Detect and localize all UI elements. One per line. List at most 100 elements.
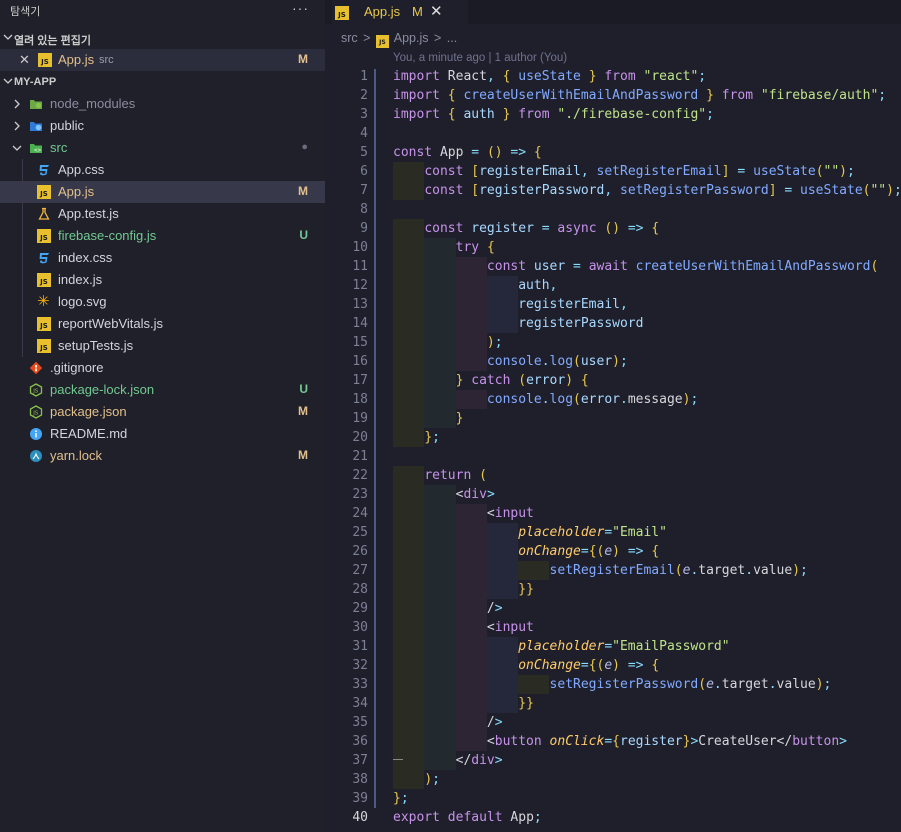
code-line[interactable]: placeholder="Email" <box>393 523 667 542</box>
explorer-header: 탐색기 ··· <box>0 0 325 22</box>
line-number: 13 <box>352 297 368 312</box>
code-line[interactable]: <input <box>393 504 534 523</box>
code-line[interactable]: const user = await createUserWithEmailAn… <box>393 257 878 276</box>
src-folder-icon: <> <box>30 144 42 154</box>
js-file-icon: JS <box>38 53 52 67</box>
code-line[interactable]: ); <box>393 333 503 352</box>
tab-modified-indicator: M <box>412 4 423 19</box>
open-editor-item-app-js[interactable]: ✕ JS App.js src M <box>0 49 325 71</box>
tree-item-gitignore[interactable]: .gitignore <box>0 357 325 379</box>
tree-item-label: App.css <box>58 162 105 177</box>
yarn-icon <box>30 450 42 462</box>
code-line[interactable]: registerEmail, <box>393 295 628 314</box>
code-line[interactable]: }} <box>393 694 534 713</box>
breadcrumb-file[interactable]: App.js <box>394 31 429 45</box>
tree-item-app-css[interactable]: App.css <box>0 159 325 181</box>
breadcrumb-folder[interactable]: src <box>341 31 358 45</box>
code-line[interactable]: setRegisterPassword(e.target.value); <box>393 675 832 694</box>
code-line[interactable]: console.log(user); <box>393 352 628 371</box>
close-icon[interactable]: ✕ <box>19 52 33 67</box>
git-status-badge: M <box>298 52 308 66</box>
breadcrumb-separator: > <box>363 31 371 45</box>
open-editors-label: 열려 있는 편집기 <box>14 35 91 47</box>
line-number: 20 <box>352 430 368 445</box>
project-label: MY-APP <box>14 76 57 88</box>
chevron-down-icon <box>3 34 13 40</box>
code-line[interactable]: try { <box>393 238 495 257</box>
close-tab-icon[interactable]: ✕ <box>430 2 443 20</box>
code-line[interactable]: /> <box>393 599 503 618</box>
code-line[interactable]: } catch (error) { <box>393 371 589 390</box>
code-line[interactable]: auth, <box>393 276 557 295</box>
code-line[interactable]: export default App; <box>393 808 542 827</box>
code-line[interactable]: console.log(error.message); <box>393 390 698 409</box>
tab-app-js[interactable]: JS App.js M ✕ <box>332 0 468 25</box>
code-line[interactable]: import React, { useState } from "react"; <box>393 67 706 86</box>
tree-item-label: yarn.lock <box>50 448 103 463</box>
code-line[interactable]: const [registerPassword, setRegisterPass… <box>393 181 901 200</box>
code-line[interactable]: const [registerEmail, setRegisterEmail] … <box>393 162 855 181</box>
code-line[interactable]: registerPassword <box>393 314 643 333</box>
code-line[interactable]: <div> <box>393 485 495 504</box>
tree-item-app-js[interactable]: JS App.js M <box>0 181 325 203</box>
code-line[interactable]: const App = () => { <box>393 143 542 162</box>
code-line[interactable]: return ( <box>393 466 487 485</box>
code-line[interactable]: }; <box>393 789 409 808</box>
tree-item-index-js[interactable]: JS index.js <box>0 269 325 291</box>
code-line[interactable]: setRegisterEmail(e.target.value); <box>393 561 808 580</box>
line-number: 39 <box>352 791 368 806</box>
tree-item-src[interactable]: <> src ● <box>0 137 325 159</box>
test-flask-icon <box>38 207 50 220</box>
tree-item-setup-tests-js[interactable]: JS setupTests.js <box>0 335 325 357</box>
line-number: 1 <box>360 69 368 84</box>
tree-item-index-css[interactable]: index.css <box>0 247 325 269</box>
tree-item-report-web-vitals-js[interactable]: JS reportWebVitals.js <box>0 313 325 335</box>
tree-item-yarn-lock[interactable]: yarn.lock M <box>0 445 325 467</box>
line-number: 9 <box>360 221 368 236</box>
line-number: 22 <box>352 468 368 483</box>
line-number: 17 <box>352 373 368 388</box>
line-number: 18 <box>352 392 368 407</box>
code-editor: JS App.js M ✕ src > JS App.js > ... You,… <box>325 0 901 832</box>
code-line[interactable]: }} <box>393 580 534 599</box>
line-number: 33 <box>352 677 368 692</box>
code-line[interactable]: }; <box>393 428 440 447</box>
code-line[interactable]: placeholder="EmailPassword" <box>393 637 729 656</box>
more-actions-icon[interactable]: ··· <box>292 0 309 16</box>
js-file-icon: JS <box>335 6 349 20</box>
code-line[interactable]: onChange={(e) => { <box>393 542 659 561</box>
tree-item-label: App.js <box>58 184 95 199</box>
git-status-badge: M <box>298 184 308 198</box>
tree-item-firebase-config-js[interactable]: JS firebase-config.js U <box>0 225 325 247</box>
tree-item-logo-svg[interactable]: ✳ logo.svg <box>0 291 325 313</box>
git-status-badge: U <box>299 382 308 396</box>
tree-item-package-json[interactable]: JS package.json M <box>0 401 325 423</box>
tree-item-label: logo.svg <box>58 294 107 309</box>
code-line[interactable]: onChange={(e) => { <box>393 656 659 675</box>
project-section-header[interactable]: MY-APP <box>0 71 325 93</box>
line-number: 12 <box>352 278 368 293</box>
tree-item-readme-md[interactable]: README.md <box>0 423 325 445</box>
code-line[interactable]: import { createUserWithEmailAndPassword … <box>393 86 886 105</box>
js-file-icon: JS <box>37 273 51 287</box>
code-line[interactable]: } <box>393 409 464 428</box>
tree-item-public[interactable]: public <box>0 115 325 137</box>
line-number: 8 <box>360 202 368 217</box>
code-line[interactable]: </div> <box>393 751 503 770</box>
tree-item-package-lock-json[interactable]: JS package-lock.json U <box>0 379 325 401</box>
public-folder-icon <box>30 122 42 131</box>
explorer-sidebar: 탐색기 ··· 열려 있는 편집기 ✕ JS App.js src M MY-A… <box>0 0 325 832</box>
code-line[interactable]: ); <box>393 770 440 789</box>
git-blame-annotation[interactable]: You, a minute ago | 1 author (You) <box>393 52 567 64</box>
tree-item-node-modules[interactable]: node_modules <box>0 93 325 115</box>
code-line[interactable]: /> <box>393 713 503 732</box>
code-line[interactable]: <button onClick={register}>CreateUser</b… <box>393 732 847 751</box>
code-line[interactable]: import { auth } from "./firebase-config"… <box>393 105 714 124</box>
git-gutter-added-marker <box>374 69 376 808</box>
tree-item-app-test-js[interactable]: App.test.js <box>0 203 325 225</box>
code-line[interactable]: const register = async () => { <box>393 219 659 238</box>
breadcrumb-symbol[interactable]: ... <box>447 31 457 45</box>
nodejs-icon: JS <box>29 405 43 419</box>
code-line[interactable]: <input <box>393 618 534 637</box>
open-editors-section-header[interactable]: 열려 있는 편집기 <box>0 27 325 49</box>
